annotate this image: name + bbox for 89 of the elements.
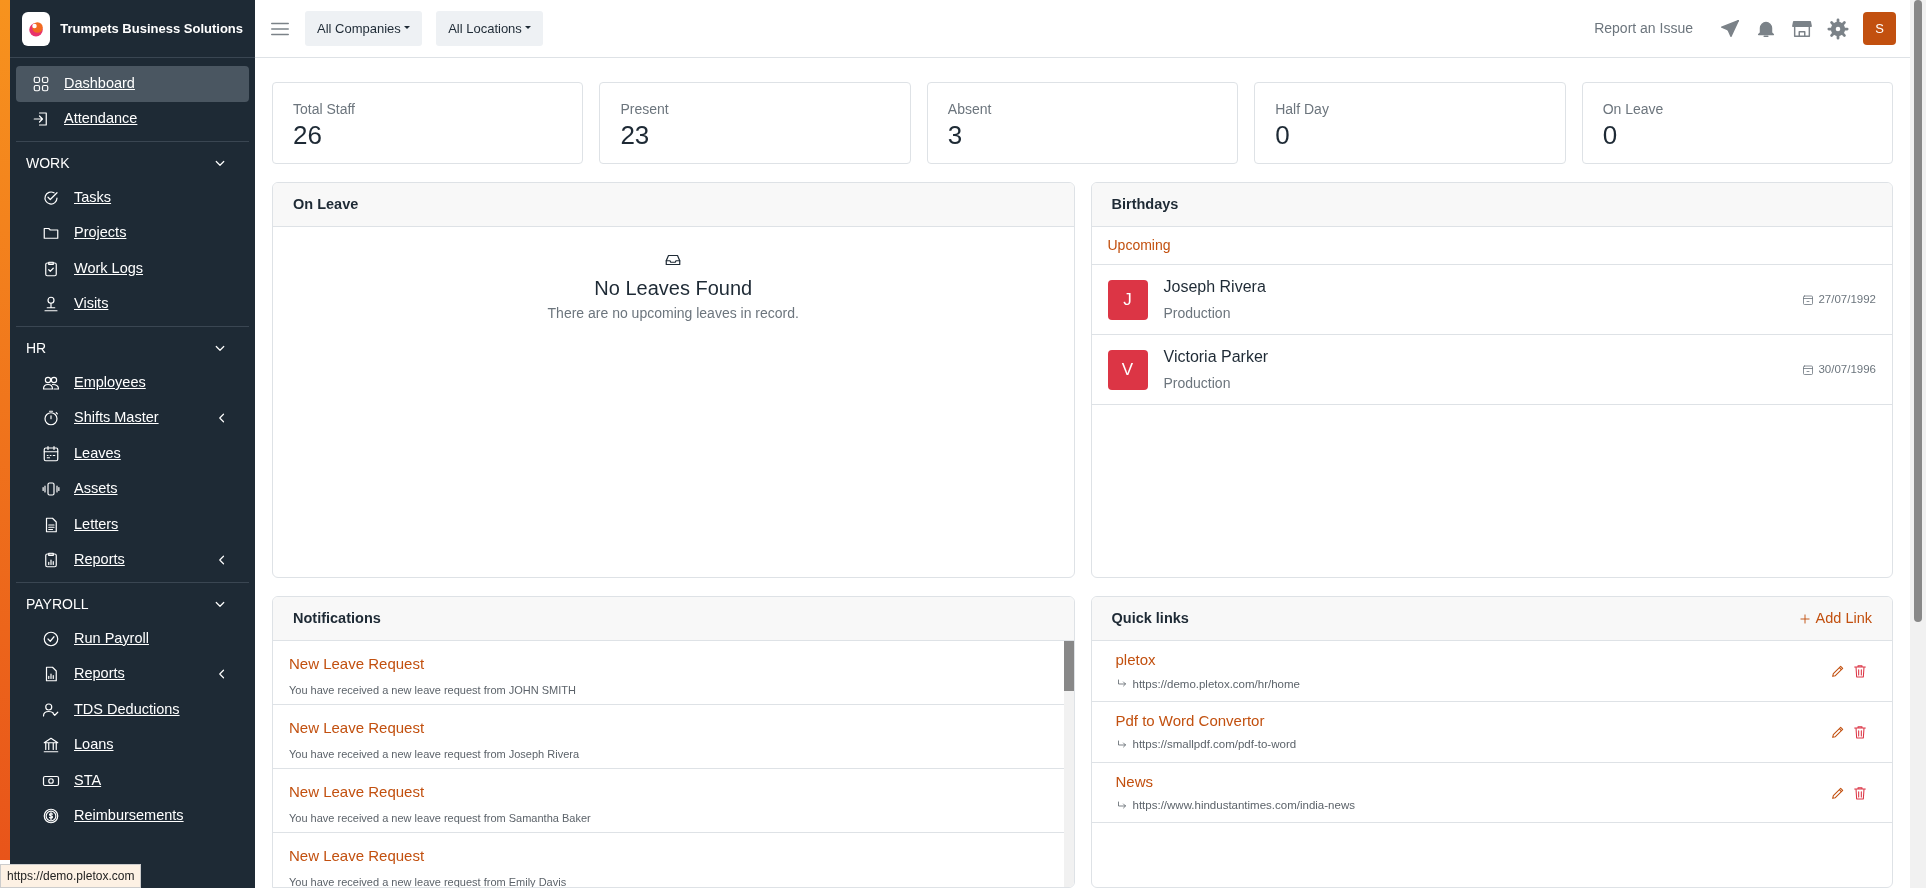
stat-label: On Leave: [1602, 100, 1665, 119]
section-header[interactable]: PAYROLL: [16, 587, 249, 621]
nav-item[interactable]: Run Payroll: [22, 621, 243, 657]
clipboard-chart-icon: [42, 551, 60, 570]
link-url: https://www.hindustantimes.com/india-news: [1132, 798, 1355, 814]
stat-value: 0: [1275, 120, 1291, 152]
logo-icon: [27, 19, 46, 38]
link-title[interactable]: pletox: [1115, 649, 1830, 672]
panel-title: Quick links: [1111, 608, 1189, 628]
phone-vibrate-icon: [42, 480, 60, 499]
nav-item[interactable]: Work Logs: [22, 251, 243, 287]
stat-value: 26: [293, 120, 323, 152]
nav-item[interactable]: Shifts Master: [22, 400, 243, 436]
nav-item[interactable]: Letters: [22, 507, 243, 543]
stat-value: 3: [947, 120, 964, 152]
status-url: https://demo.pletox.com: [0, 864, 142, 888]
nav-item[interactable]: Leaves: [22, 436, 243, 472]
nav-item[interactable]: Attendance: [16, 101, 249, 137]
trash-icon[interactable]: [1852, 662, 1868, 681]
stat-value: 23: [620, 120, 651, 152]
calendar-icon: [1802, 363, 1815, 376]
notification-text: You have received a new leave request from Samantha Baker: [289, 810, 592, 826]
avatar: V: [1107, 349, 1148, 390]
stat-label: Absent: [947, 100, 993, 119]
dollar-coin-icon: [42, 807, 60, 826]
nav-item[interactable]: Visits: [22, 286, 243, 322]
nav-item[interactable]: Projects: [22, 215, 243, 251]
nav-item[interactable]: Dashboard: [16, 66, 249, 102]
stat-label: Half Day: [1275, 100, 1330, 119]
grid-icon: [32, 74, 50, 93]
link-title[interactable]: Pdf to Word Convertor: [1115, 709, 1830, 733]
panel-title: Birthdays: [1091, 183, 1892, 228]
section-header[interactable]: WORK: [16, 146, 249, 180]
nav-item[interactable]: Assets: [22, 471, 243, 507]
notification-title[interactable]: New Leave Request: [289, 781, 1048, 804]
notification-title[interactable]: New Leave Request: [289, 717, 1048, 740]
birth-date: 27/07/1992: [1818, 292, 1876, 308]
check-circle-icon: [42, 188, 60, 207]
person-pin-icon: [42, 295, 60, 314]
scrollbar[interactable]: [1063, 641, 1074, 887]
filter-dropdown[interactable]: All Companies: [305, 10, 423, 47]
panel-title: Notifications: [273, 597, 1074, 642]
nav-item[interactable]: Tasks: [22, 180, 243, 216]
check-circle-icon: [42, 629, 60, 648]
page-scrollbar[interactable]: [1910, 0, 1926, 888]
clipboard-check-icon: [42, 259, 60, 278]
stat-label: Total Staff: [293, 100, 356, 119]
calendar-icon: [42, 444, 60, 463]
department: Production: [1163, 374, 1232, 394]
sign-in-icon: [32, 110, 50, 129]
add-link-button[interactable]: Add Link: [1797, 607, 1872, 630]
stopwatch-icon: [42, 409, 60, 428]
report-link[interactable]: Report an Issue: [1594, 18, 1693, 39]
person-name: Joseph Rivera: [1163, 277, 1266, 298]
send-icon[interactable]: [1719, 17, 1741, 40]
avatar[interactable]: S: [1863, 12, 1896, 45]
nav-item[interactable]: TDS Deductions: [22, 692, 243, 728]
link-title[interactable]: News: [1115, 770, 1830, 794]
birth-date: 30/07/1996: [1818, 362, 1876, 378]
stat-value: 0: [1602, 120, 1619, 152]
notification-title[interactable]: New Leave Request: [289, 845, 1048, 868]
nav-item[interactable]: Reports: [22, 656, 243, 692]
calendar-icon: [1802, 293, 1815, 306]
person-name: Victoria Parker: [1163, 347, 1269, 368]
avatar: J: [1107, 279, 1148, 320]
link-url: https://smallpdf.com/pdf-to-word: [1132, 737, 1297, 753]
tab-label[interactable]: Upcoming: [1107, 235, 1171, 257]
stat-label: Present: [620, 100, 670, 119]
empty-title: No Leaves Found: [594, 276, 753, 302]
notification-title[interactable]: New Leave Request: [289, 653, 1048, 676]
person-check-icon: [42, 700, 60, 719]
empty-text: There are no upcoming leaves in record.: [547, 304, 799, 324]
notification-text: You have received a new leave request from Joseph Rivera: [289, 746, 581, 762]
return-arrow-icon: [1115, 799, 1128, 812]
nav-item[interactable]: Employees: [22, 365, 243, 401]
bank-icon: [42, 736, 60, 755]
nav-item[interactable]: Reports: [22, 542, 243, 578]
notification-text: You have received a new leave request from JOHN SMITH: [289, 682, 577, 698]
department: Production: [1163, 304, 1232, 324]
filter-dropdown[interactable]: All Locations: [436, 10, 544, 47]
nav-item[interactable]: Loans: [22, 727, 243, 763]
nav-item[interactable]: Reimbursements: [22, 798, 243, 834]
section-header[interactable]: HR: [16, 331, 249, 365]
notification-text: You have received a new leave request from Emily Davis: [289, 874, 568, 887]
panel-title: On Leave: [273, 183, 1074, 228]
nav-item[interactable]: STA: [22, 763, 243, 799]
settings-icon[interactable]: [1827, 17, 1849, 40]
brand-name: Trumpets Business Solutions: [60, 19, 243, 38]
link-url: https://demo.pletox.com/hr/home: [1132, 676, 1300, 692]
